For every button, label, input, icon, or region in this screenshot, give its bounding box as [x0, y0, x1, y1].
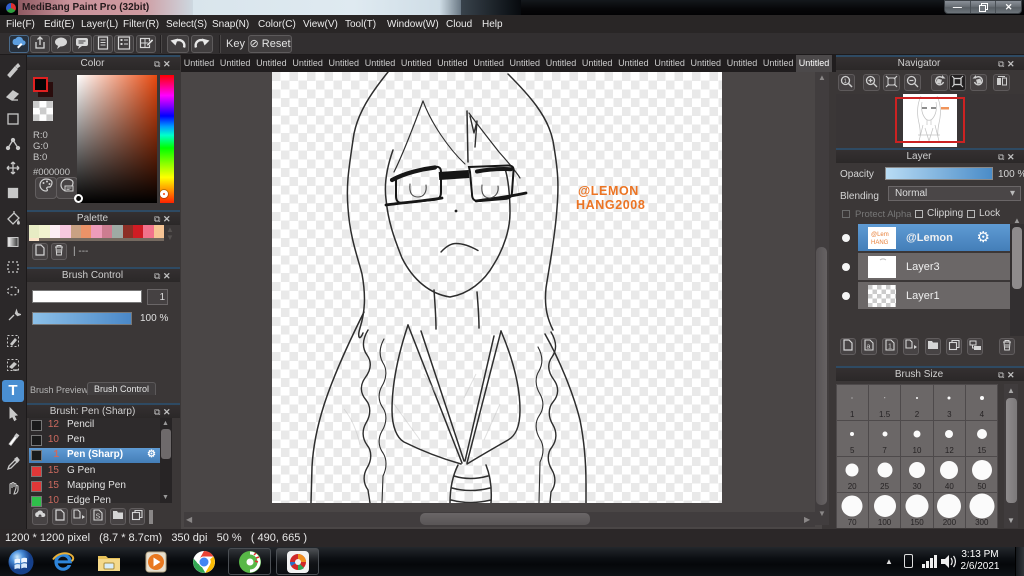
svg-text:@Lem: @Lem [871, 232, 889, 238]
svg-text:1: 1 [888, 344, 892, 351]
svg-text:a: a [867, 344, 871, 351]
svg-text:HANG2008: HANG2008 [576, 198, 645, 212]
svg-text:@LEMON: @LEMON [578, 184, 639, 198]
svg-text:HANG: HANG [871, 240, 889, 246]
svg-text:S: S [96, 514, 101, 521]
